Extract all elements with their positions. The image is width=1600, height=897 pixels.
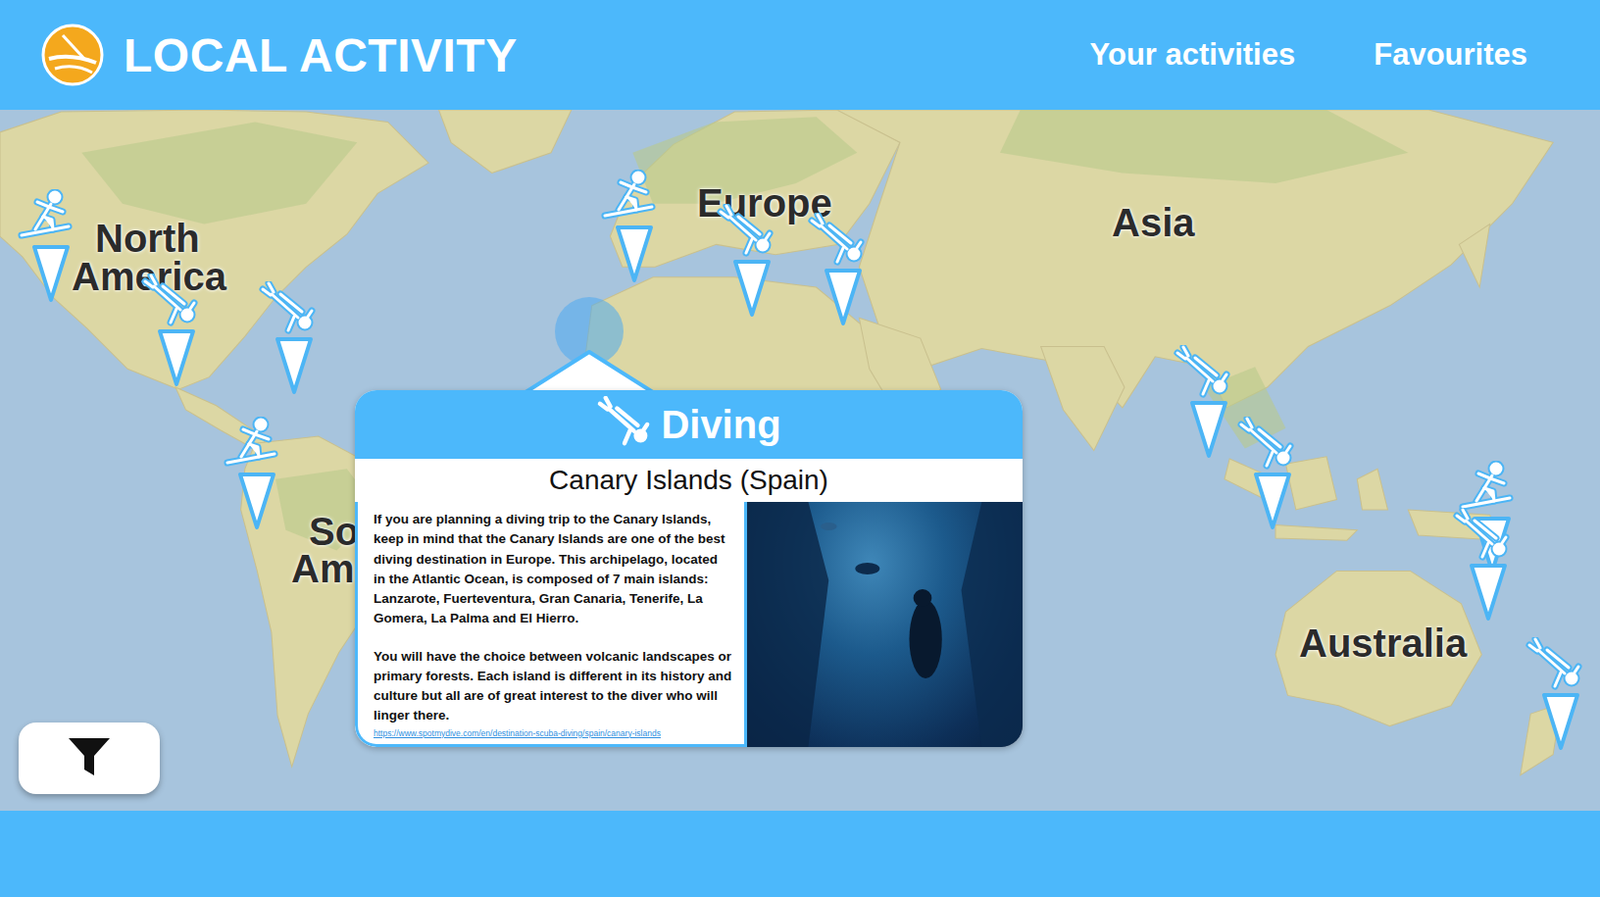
description-paragraph: You will have the choice between volcani… <box>373 647 733 727</box>
continent-label: North <box>95 218 200 258</box>
surfer-icon <box>599 169 658 225</box>
pin-marker-icon <box>1468 562 1508 622</box>
activity-marker <box>15 189 75 245</box>
funnel-icon <box>66 734 112 784</box>
filter-button[interactable] <box>18 722 160 795</box>
continent-label: Europe <box>697 183 833 223</box>
diver-icon <box>596 396 653 450</box>
pin-marker-icon <box>614 224 654 284</box>
footer-bar <box>0 810 1600 897</box>
map-pin[interactable] <box>604 169 664 284</box>
diver-icon <box>716 203 776 259</box>
map-pin[interactable] <box>264 281 324 396</box>
activity-marker <box>599 169 658 225</box>
place-title: Canary Islands (Spain) <box>354 458 1023 502</box>
pin-marker-icon <box>823 267 863 327</box>
activity-marker <box>141 273 200 329</box>
diver-icon <box>1452 507 1512 563</box>
diver-icon <box>141 273 200 329</box>
surfer-icon <box>1456 460 1516 516</box>
diver-icon <box>1173 345 1233 400</box>
description: If you are planning a diving trip to the… <box>354 501 748 748</box>
map-pin[interactable] <box>21 189 81 303</box>
map-pin[interactable] <box>813 212 873 327</box>
app-header: LOCAL ACTIVITY Your activities Favourites <box>0 0 1600 110</box>
activity-marker <box>1173 345 1233 400</box>
activity-marker <box>1452 507 1512 563</box>
pin-marker-icon <box>31 244 71 303</box>
map-pin[interactable] <box>227 416 287 531</box>
world-map[interactable]: NorthAmericaEuropeAsiaAustraliaSoAmDivin… <box>0 109 1600 811</box>
popup-body: If you are planning a diving trip to the… <box>354 501 1023 748</box>
activity-popup: Diving Canary Islands (Spain) If you are p… <box>354 390 1023 748</box>
map-pin[interactable] <box>147 273 206 388</box>
activity-marker <box>258 281 318 337</box>
pin-marker-icon <box>274 336 314 396</box>
source-link[interactable]: https://www.spotmydive.com/en/destinatio… <box>373 728 733 739</box>
nav-link[interactable]: Your activities <box>1090 37 1297 73</box>
app-title: LOCAL ACTIVITY <box>123 28 518 83</box>
popup-header: Diving <box>354 390 1023 459</box>
activity-marker <box>716 203 776 259</box>
nav-link[interactable]: Favourites <box>1373 37 1528 73</box>
activity-marker <box>1456 460 1516 516</box>
pin-marker-icon <box>156 328 197 388</box>
activity-marker <box>1237 416 1297 472</box>
map-pin[interactable] <box>1179 345 1239 459</box>
activity-title: Diving <box>660 402 781 448</box>
nav-bar: Your activities Favourites <box>1090 37 1528 73</box>
map-pin[interactable] <box>1462 460 1522 575</box>
pin-marker-icon <box>237 471 277 531</box>
diver-icon <box>807 212 867 268</box>
pin-marker-icon <box>732 258 772 318</box>
diver-icon <box>1237 416 1297 472</box>
map-pin[interactable] <box>1531 637 1591 751</box>
diver-icon <box>596 396 653 453</box>
surfer-icon <box>15 189 75 245</box>
diver-icon <box>258 281 318 337</box>
logo-icon <box>41 23 104 87</box>
map-pin[interactable] <box>1458 507 1518 622</box>
map-pin[interactable] <box>722 203 782 318</box>
continent-label: So <box>308 511 359 551</box>
diving-photo <box>747 501 1023 748</box>
activity-marker <box>807 212 867 268</box>
map-pin[interactable] <box>1243 416 1302 531</box>
continent-label: Australia <box>1299 623 1467 663</box>
activity-marker <box>1525 637 1585 693</box>
activity-marker <box>221 416 281 472</box>
continent-label: Asia <box>1111 202 1196 243</box>
pin-marker-icon <box>1252 471 1293 531</box>
continent-label: Am <box>291 549 354 589</box>
surfer-icon <box>221 416 281 472</box>
pin-marker-icon <box>1541 692 1581 751</box>
diver-icon <box>1525 637 1585 693</box>
description-paragraph: If you are planning a diving trip to the… <box>373 509 733 630</box>
pin-marker-icon <box>1189 400 1229 459</box>
